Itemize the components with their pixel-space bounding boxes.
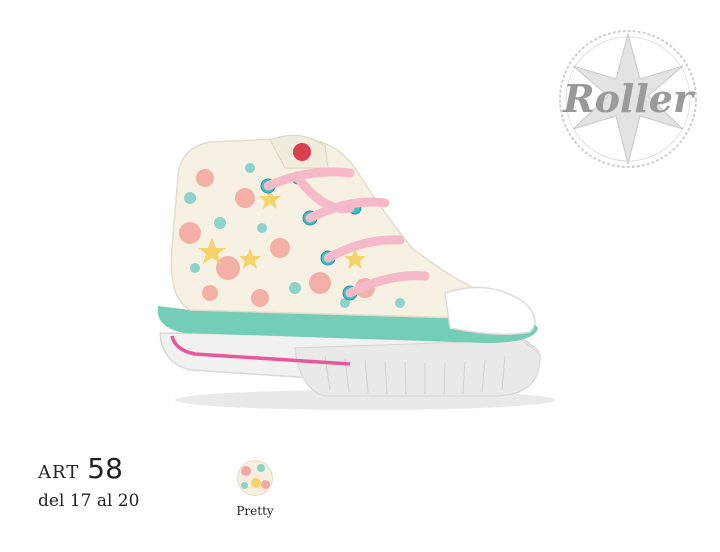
article-title: ART 58 — [38, 452, 139, 485]
article-number: 58 — [87, 452, 123, 485]
size-range: del 17 al 20 — [38, 491, 140, 511]
article-info: ART 58 del 17 al 20 — [38, 452, 139, 511]
variant-option[interactable]: Pretty — [228, 460, 282, 518]
article-label: ART — [38, 462, 80, 483]
product-image — [150, 128, 560, 428]
variant-label: Pretty — [236, 504, 274, 518]
logo-text: Roller — [562, 76, 696, 121]
brand-logo: Roller — [548, 24, 708, 174]
pattern-swatch[interactable] — [237, 460, 273, 496]
